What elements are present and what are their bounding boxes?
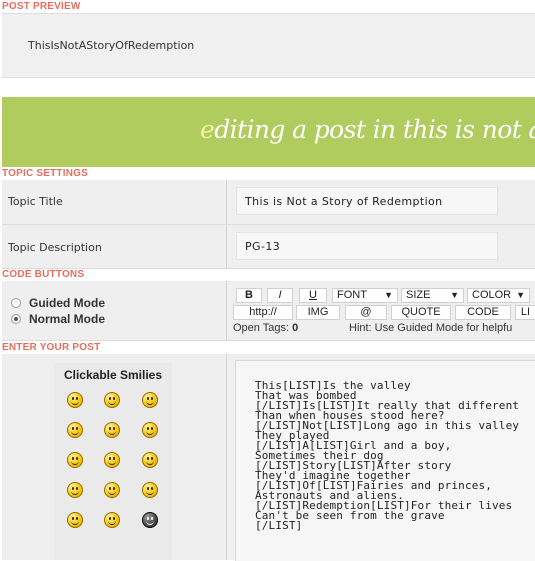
dry-icon[interactable] <box>142 452 158 468</box>
blink-icon[interactable] <box>67 512 83 528</box>
image-button[interactable]: IMG <box>296 305 340 320</box>
grin-icon[interactable] <box>104 422 120 438</box>
shocked-icon[interactable] <box>104 392 120 408</box>
email-button[interactable]: @ <box>345 305 387 320</box>
color-dropdown-arrow-icon: ▼ <box>516 290 525 300</box>
topic-title-label: Topic Title <box>8 195 63 208</box>
underline-button[interactable]: U <box>299 288 327 303</box>
topic-description-input[interactable]: PG-13 <box>236 232 498 260</box>
smilies-panel: Clickable Smilies <box>54 363 172 560</box>
section-post-preview: POST PREVIEW <box>2 1 81 12</box>
big-grin-icon[interactable] <box>142 422 158 438</box>
happy-icon[interactable] <box>67 482 83 498</box>
tongue-icon[interactable] <box>67 422 83 438</box>
size-dropdown-arrow-icon: ▼ <box>450 290 459 300</box>
link-button[interactable]: http:// <box>233 305 293 320</box>
font-select-label: FONT <box>337 289 367 301</box>
preview-text: ThisIsNotAStoryOfRedemption <box>28 39 195 52</box>
guided-mode-radio[interactable] <box>11 298 21 308</box>
color-select-label: COLOR <box>472 289 512 301</box>
banner-title: editing a post in this is not a sto <box>200 115 535 144</box>
smile-icon[interactable] <box>67 392 83 408</box>
section-topic-settings: TOPIC SETTINGS <box>2 168 88 179</box>
guided-mode-option[interactable]: Guided Mode <box>11 296 105 310</box>
post-body-textarea[interactable]: This[LIST]Is the valley That was bombed … <box>235 360 535 561</box>
rolleyes-icon[interactable] <box>104 512 120 528</box>
normal-mode-option[interactable]: Normal Mode <box>11 312 105 326</box>
page-banner: editing a post in this is not a sto <box>2 97 535 167</box>
quote-button[interactable]: QUOTE <box>391 305 451 320</box>
bold-button[interactable]: B <box>236 288 262 303</box>
topic-title-input[interactable]: This is Not a Story of Redemption <box>236 187 498 215</box>
post-body-text: This[LIST]Is the valley That was bombed … <box>255 379 520 532</box>
section-enter-post: ENTER YOUR POST <box>2 342 101 353</box>
open-tags-label: Open Tags: <box>233 322 290 334</box>
code-button[interactable]: CODE <box>455 305 511 320</box>
font-select[interactable]: FONT ▼ <box>332 288 398 303</box>
topic-title-row: Topic Title This is Not a Story of Redem… <box>2 180 535 225</box>
wink-icon[interactable] <box>142 392 158 408</box>
size-select[interactable]: SIZE ▼ <box>401 288 464 303</box>
size-select-label: SIZE <box>406 289 431 301</box>
guided-mode-label: Guided Mode <box>29 296 105 310</box>
ninja-icon[interactable] <box>142 512 158 528</box>
banner-rest: diting a post in this is not a sto <box>214 115 535 144</box>
italic-button[interactable]: I <box>267 288 293 303</box>
open-tags-count: 0 <box>292 322 299 334</box>
angry-icon[interactable] <box>104 482 120 498</box>
banner-first-letter: e <box>200 115 215 144</box>
section-code-buttons: CODE BUTTONS <box>2 269 85 280</box>
normal-mode-label: Normal Mode <box>29 312 106 326</box>
color-select[interactable]: COLOR ▼ <box>467 288 530 303</box>
smilies-title: Clickable Smilies <box>63 368 163 382</box>
guided-mode-hint: Hint: Use Guided Mode for helpfu <box>349 322 513 334</box>
font-dropdown-arrow-icon: ▼ <box>384 290 393 300</box>
topic-description-label: Topic Description <box>8 241 102 254</box>
list-button[interactable]: LI <box>515 305 535 320</box>
post-preview-box: ThisIsNotAStoryOfRedemption <box>2 13 535 78</box>
cool-icon[interactable] <box>67 452 83 468</box>
topic-description-row: Topic Description PG-13 <box>2 225 535 269</box>
normal-mode-radio[interactable] <box>11 314 21 324</box>
laugh-icon[interactable] <box>104 452 120 468</box>
sad-icon[interactable] <box>142 482 158 498</box>
open-tags-status: Open Tags: 0 <box>233 322 298 334</box>
